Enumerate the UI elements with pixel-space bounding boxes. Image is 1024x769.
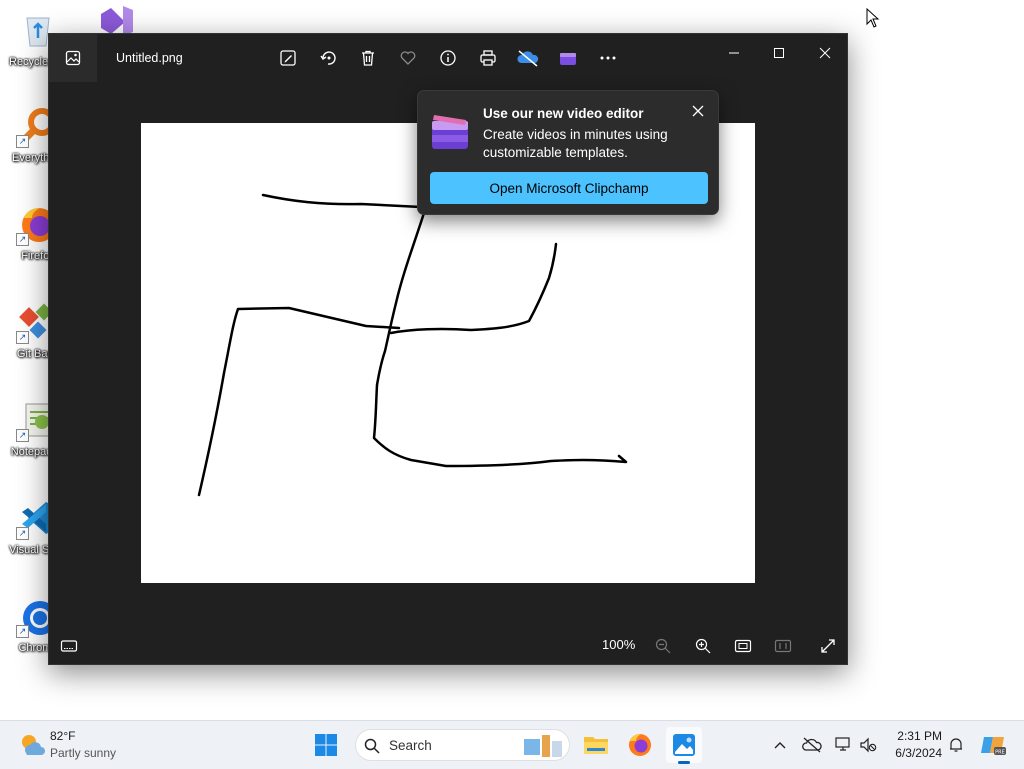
trash-icon bbox=[362, 50, 374, 66]
fullscreen-button[interactable] bbox=[816, 634, 840, 658]
expand-icon bbox=[821, 639, 835, 653]
gallery-icon bbox=[65, 50, 81, 66]
actual-size-icon bbox=[774, 639, 792, 653]
heart-icon bbox=[400, 51, 416, 65]
print-icon bbox=[480, 50, 496, 66]
maximize-button[interactable] bbox=[756, 39, 802, 67]
zoom-out-icon bbox=[655, 638, 671, 654]
edit-icon bbox=[280, 50, 296, 66]
close-window-button[interactable] bbox=[802, 39, 848, 67]
more-button[interactable] bbox=[596, 46, 620, 70]
weather-partly-sunny-icon bbox=[22, 735, 45, 755]
popup-title: Use our new video editor bbox=[483, 106, 644, 121]
clipchamp-promo-popup: Use our new video editor Create videos i… bbox=[417, 90, 719, 215]
actual-size-button[interactable] bbox=[771, 634, 795, 658]
edit-image-button[interactable] bbox=[276, 46, 300, 70]
weather-temperature: 82°F bbox=[50, 729, 76, 743]
zoom-in-icon bbox=[695, 638, 711, 654]
search-placeholder: Search bbox=[389, 738, 432, 753]
fit-to-window-button[interactable] bbox=[731, 634, 755, 658]
close-icon bbox=[819, 47, 831, 59]
photos-app-icon bbox=[673, 734, 695, 756]
delete-button[interactable] bbox=[356, 46, 380, 70]
start-button[interactable] bbox=[308, 727, 344, 763]
search-highlight-icon bbox=[524, 735, 562, 757]
filmstrip-icon bbox=[60, 640, 78, 652]
volume-tray-button[interactable] bbox=[856, 733, 880, 757]
taskbar-photos[interactable] bbox=[666, 727, 702, 764]
info-icon bbox=[440, 50, 456, 66]
cloud-off-icon bbox=[517, 50, 539, 67]
photos-window: Untitled.png Use our new video editor Cr… bbox=[48, 33, 848, 665]
mouse-cursor-icon bbox=[866, 8, 880, 28]
file-name: Untitled.png bbox=[116, 51, 183, 65]
popup-close-button[interactable] bbox=[688, 101, 708, 121]
zoom-out-button[interactable] bbox=[651, 634, 675, 658]
zoom-level[interactable]: 100% bbox=[602, 637, 635, 652]
print-button[interactable] bbox=[476, 46, 500, 70]
filmstrip-button[interactable] bbox=[57, 634, 81, 658]
rotate-button[interactable] bbox=[316, 46, 340, 70]
firefox-icon bbox=[629, 734, 651, 756]
rotate-icon bbox=[320, 51, 336, 65]
more-icon bbox=[600, 56, 616, 60]
close-icon bbox=[692, 105, 704, 117]
svg-text:PRE: PRE bbox=[995, 750, 1005, 756]
minimize-button[interactable] bbox=[711, 39, 757, 67]
maximize-icon bbox=[774, 48, 784, 58]
copilot-icon: PRE bbox=[981, 737, 1006, 756]
bell-icon bbox=[950, 738, 962, 752]
gallery-button[interactable] bbox=[49, 34, 97, 82]
clipchamp-button[interactable] bbox=[556, 46, 580, 70]
cloud-off-icon bbox=[802, 737, 822, 753]
clock-time: 2:31 PM bbox=[897, 729, 942, 743]
weather-description: Partly sunny bbox=[50, 746, 117, 760]
status-bar: 100% bbox=[49, 626, 847, 664]
favorite-button[interactable] bbox=[396, 46, 420, 70]
notifications-button[interactable] bbox=[944, 733, 968, 757]
popup-body: Create videos in minutes using customiza… bbox=[483, 127, 668, 160]
title-bar[interactable]: Untitled.png bbox=[49, 34, 847, 82]
volume-muted-icon bbox=[860, 737, 877, 753]
chevron-up-icon bbox=[774, 742, 786, 749]
search-icon bbox=[364, 738, 380, 754]
file-info-button[interactable] bbox=[436, 46, 460, 70]
active-indicator bbox=[678, 761, 690, 764]
copilot-button[interactable]: PRE bbox=[979, 733, 1007, 757]
show-hidden-icons-button[interactable] bbox=[768, 733, 792, 757]
taskbar-firefox[interactable] bbox=[622, 727, 658, 763]
weather-widget[interactable]: 82°F Partly sunny bbox=[10, 721, 130, 769]
network-tray-button[interactable] bbox=[832, 733, 856, 757]
onedrive-button[interactable] bbox=[516, 46, 540, 70]
zoom-in-button[interactable] bbox=[691, 634, 715, 658]
open-clipchamp-button[interactable]: Open Microsoft Clipchamp bbox=[430, 172, 708, 204]
clock-date: 6/3/2024 bbox=[895, 746, 942, 760]
network-icon bbox=[835, 737, 850, 751]
folder-icon bbox=[584, 737, 608, 754]
taskbar-file-explorer[interactable] bbox=[578, 727, 614, 763]
minimize-icon bbox=[729, 52, 739, 54]
clipchamp-icon bbox=[560, 53, 576, 65]
clipchamp-logo-icon bbox=[432, 115, 468, 154]
onedrive-tray-button[interactable] bbox=[800, 733, 824, 757]
taskbar-search[interactable]: Search bbox=[355, 729, 570, 761]
fit-window-icon bbox=[734, 639, 752, 653]
taskbar: 82°F Partly sunny Search 2:31 PM 6/3/202… bbox=[0, 720, 1024, 769]
windows-logo-icon bbox=[315, 734, 337, 756]
